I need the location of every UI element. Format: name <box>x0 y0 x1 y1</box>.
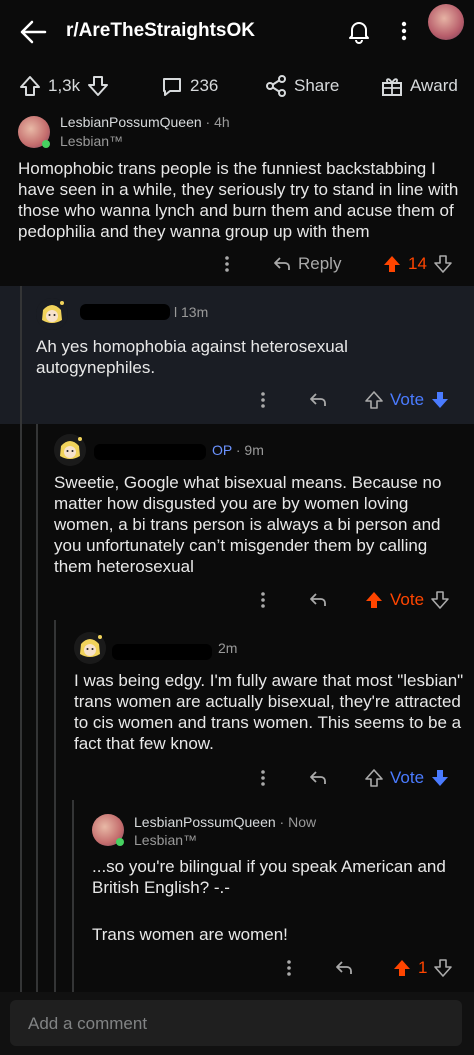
subreddit-title[interactable]: r/AreTheStraightsOK <box>66 20 255 42</box>
downvote-icon[interactable] <box>430 390 450 410</box>
comment-vote: 1 <box>392 958 453 978</box>
comment-username[interactable]: LesbianPossumQueen · Now <box>134 814 316 830</box>
reply-button[interactable]: Reply <box>272 254 341 274</box>
reply-icon[interactable] <box>308 590 328 610</box>
thread-line[interactable] <box>36 620 38 800</box>
comment-count: 236 <box>190 76 219 95</box>
comment-4: 2m I was being edgy. I'm fully aware tha… <box>0 620 474 800</box>
comment-score: 14 <box>408 254 427 273</box>
comment-3: OP · 9m Sweetie, Google what bisexual me… <box>0 424 474 620</box>
comment-meta: 2m <box>218 640 238 656</box>
comment-actions <box>224 254 230 274</box>
share-button[interactable]: Share <box>264 74 339 98</box>
share-label: Share <box>294 76 340 95</box>
share-icon <box>264 74 288 98</box>
user-flair: Lesbian™ <box>134 832 198 848</box>
upvote-icon[interactable] <box>364 390 384 410</box>
top-bar: r/AreTheStraightsOK <box>0 0 474 62</box>
comment-meta: l 13m <box>174 304 209 320</box>
comment-meta: OP · 9m <box>212 442 264 458</box>
award-icon <box>380 74 404 98</box>
comment-body: Homophobic trans people is the funniest … <box>18 159 459 241</box>
redacted-username <box>80 304 170 320</box>
comments-button[interactable]: 236 <box>160 74 218 98</box>
online-indicator-icon <box>116 838 124 846</box>
comment-body: Sweetie, Google what bisexual means. Bec… <box>54 473 442 576</box>
commenter-avatar[interactable] <box>36 298 68 330</box>
comment-vote: Vote <box>364 390 450 410</box>
downvote-icon[interactable] <box>433 958 453 978</box>
comment-composer-bar: Add a comment <box>0 992 474 1055</box>
vote-label: Vote <box>390 768 425 787</box>
reply-label: Reply <box>298 254 342 273</box>
post-action-bar: 1,3k 236 Share Award <box>0 62 474 110</box>
upvote-icon[interactable] <box>18 74 42 98</box>
comment-body: Ah yes homophobia against heterosexual a… <box>36 337 348 377</box>
online-indicator-icon <box>42 140 50 148</box>
award-label: Award <box>410 76 458 95</box>
reply-icon[interactable] <box>308 768 328 788</box>
thread-line[interactable] <box>36 424 38 620</box>
comment-vote: 14 <box>382 254 453 274</box>
add-comment-placeholder: Add a comment <box>28 1014 148 1033</box>
thread-line[interactable] <box>36 800 38 992</box>
upvote-icon[interactable] <box>364 768 384 788</box>
more-options-icon[interactable] <box>260 768 266 788</box>
comment-vote: Vote <box>364 768 450 788</box>
commenter-avatar[interactable] <box>54 434 86 466</box>
comment-bubble-icon <box>160 74 184 98</box>
comment-body-line: Trans women are women! <box>92 925 288 944</box>
downvote-icon[interactable] <box>430 590 450 610</box>
comment-vote: Vote <box>364 590 450 610</box>
bell-icon[interactable] <box>346 18 372 44</box>
user-flair: Lesbian™ <box>60 133 124 149</box>
user-avatar[interactable] <box>428 4 464 40</box>
thread-line[interactable] <box>20 620 22 800</box>
more-options-icon[interactable] <box>260 590 266 610</box>
thread-line[interactable] <box>20 286 22 424</box>
comment-body: ...so you're bilingual if you speak Amer… <box>92 857 446 897</box>
thread-line[interactable] <box>72 800 74 992</box>
redacted-username <box>112 644 212 660</box>
thread-line[interactable] <box>54 800 56 992</box>
more-options-icon[interactable] <box>224 254 230 274</box>
redacted-username <box>94 444 206 460</box>
reply-icon[interactable] <box>334 958 354 978</box>
thread-line[interactable] <box>20 424 22 620</box>
kebab-menu-icon[interactable] <box>398 18 410 44</box>
more-options-icon[interactable] <box>260 390 266 410</box>
upvote-icon[interactable] <box>392 958 412 978</box>
downvote-icon[interactable] <box>433 254 453 274</box>
commenter-avatar[interactable] <box>74 632 106 664</box>
upvote-icon[interactable] <box>382 254 402 274</box>
thread-line[interactable] <box>54 620 56 800</box>
post-vote-group: 1,3k <box>18 74 110 98</box>
reply-icon[interactable] <box>308 390 328 410</box>
post-score: 1,3k <box>48 76 81 95</box>
op-badge: OP <box>212 442 232 458</box>
comment-2: l 13m Ah yes homophobia against heterose… <box>0 286 474 424</box>
thread-line[interactable] <box>20 800 22 992</box>
downvote-icon[interactable] <box>430 768 450 788</box>
award-button[interactable]: Award <box>380 74 458 98</box>
comment-username[interactable]: LesbianPossumQueen · 4h <box>60 114 230 130</box>
vote-label: Vote <box>390 590 425 609</box>
more-options-icon[interactable] <box>286 958 292 978</box>
comment-1: LesbianPossumQueen · 4h Lesbian™ Homopho… <box>0 110 474 286</box>
add-comment-input[interactable]: Add a comment <box>10 1000 462 1046</box>
back-arrow-icon[interactable] <box>18 18 48 46</box>
reply-icon <box>272 254 292 274</box>
downvote-icon[interactable] <box>86 74 110 98</box>
comment-score: 1 <box>418 958 428 977</box>
comment-body: I was being edgy. I'm fully aware that m… <box>74 671 464 753</box>
comment-5: LesbianPossumQueen · Now Lesbian™ ...so … <box>0 800 474 992</box>
vote-label: Vote <box>390 390 425 409</box>
upvote-icon[interactable] <box>364 590 384 610</box>
